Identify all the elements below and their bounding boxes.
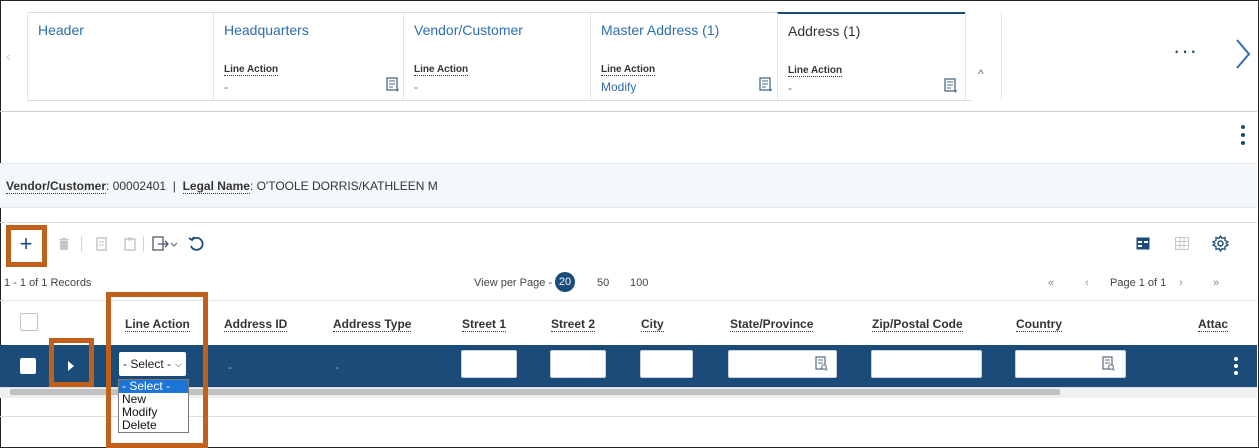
tab-vendor-customer[interactable]: Vendor/Customer Line Action -: [403, 12, 591, 101]
tab-strip-bottom-border: [27, 100, 972, 101]
tab-headquarters[interactable]: Headquarters Line Action -: [213, 12, 404, 101]
chevron-right-icon[interactable]: [1234, 38, 1252, 70]
info-divider: |: [172, 179, 176, 193]
legal-name-label: Legal Name: [182, 179, 250, 194]
document-icon[interactable]: [759, 77, 773, 93]
vendor-label: Vendor/Customer: [6, 179, 107, 194]
previous-page-icon[interactable]: ‹: [1085, 277, 1089, 289]
street-2-input[interactable]: [550, 350, 606, 378]
row-checkbox[interactable]: [20, 358, 36, 374]
city-input[interactable]: [640, 350, 693, 378]
column-header-zip-postal-code[interactable]: Zip/Postal Code: [872, 318, 963, 332]
lookup-icon[interactable]: [1102, 356, 1115, 372]
address-id-value: -: [228, 360, 232, 374]
toolbar-separator: [81, 236, 82, 252]
tab-address-line-action-label: Line Action: [788, 65, 843, 77]
chevron-up-icon[interactable]: ^: [978, 67, 984, 81]
highlight-box-expand: [49, 338, 94, 387]
state-province-input[interactable]: [728, 350, 837, 378]
tab-vendor-customer-line-action-label: Line Action: [414, 64, 469, 76]
tab-headquarters-line-action-label: Line Action: [224, 64, 279, 76]
kebab-menu-icon[interactable]: [1240, 124, 1246, 146]
paste-icon[interactable]: [124, 237, 136, 251]
scroll-left-icon[interactable]: ‹: [6, 48, 11, 64]
collapse-tab[interactable]: ^: [965, 12, 1002, 100]
tab-master-address-line-action-value: Modify: [601, 80, 637, 94]
address-type-value: -: [335, 360, 339, 374]
column-header-country[interactable]: Country: [1016, 318, 1062, 332]
column-header-address-id[interactable]: Address ID: [224, 318, 288, 332]
divider: [0, 111, 1257, 112]
tab-header-title: Header: [38, 22, 84, 38]
delete-icon[interactable]: [58, 237, 70, 251]
column-header-attachments[interactable]: Attac: [1198, 318, 1229, 332]
highlight-box-line-action: [106, 292, 208, 448]
tab-master-address[interactable]: Master Address (1) Line Action Modify: [590, 12, 778, 101]
lookup-icon[interactable]: [815, 356, 828, 372]
more-tabs-icon[interactable]: ···: [1173, 38, 1198, 64]
copy-icon[interactable]: [96, 237, 108, 251]
column-header-address-type[interactable]: Address Type: [333, 318, 412, 332]
record-info-text: Vendor/Customer: 00002401 | Legal Name: …: [6, 179, 438, 194]
tab-address[interactable]: Address (1) Line Action -: [777, 12, 966, 102]
toolbar-separator: [143, 236, 144, 252]
document-icon[interactable]: [386, 77, 400, 93]
tab-master-address-title: Master Address (1): [601, 22, 720, 38]
select-all-checkbox[interactable]: [20, 313, 38, 331]
next-page-icon[interactable]: ›: [1179, 277, 1183, 289]
record-info-bar: Vendor/Customer: 00002401 | Legal Name: …: [0, 163, 1257, 208]
page-size-50[interactable]: 50: [597, 277, 609, 289]
page-size-100[interactable]: 100: [630, 277, 648, 289]
tab-headquarters-title: Headquarters: [224, 22, 309, 38]
view-per-page-label: View per Page -: [474, 277, 553, 289]
row-kebab-menu-icon[interactable]: [1233, 356, 1239, 376]
tab-address-line-action-value: -: [788, 81, 792, 95]
last-page-icon[interactable]: »: [1213, 277, 1219, 289]
records-count: 1 - 1 of 1 Records: [4, 277, 92, 289]
tab-header[interactable]: Header: [27, 12, 214, 101]
zip-postal-code-input[interactable]: [871, 350, 982, 378]
page-indicator: Page 1 of 1: [1110, 277, 1167, 289]
grid-view-icon[interactable]: [1175, 237, 1189, 250]
tab-master-address-line-action-label: Line Action: [601, 64, 656, 76]
form-view-icon[interactable]: [1136, 237, 1150, 250]
first-page-icon[interactable]: «: [1048, 277, 1054, 289]
document-icon[interactable]: [944, 78, 958, 94]
tab-vendor-customer-title: Vendor/Customer: [414, 22, 523, 38]
column-header-street-1[interactable]: Street 1: [462, 318, 507, 332]
street-1-input[interactable]: [461, 350, 517, 378]
export-icon[interactable]: [152, 235, 180, 253]
tab-vendor-customer-line-action-value: -: [414, 80, 418, 94]
tab-bar: ‹ Header Headquarters Line Action - Vend…: [0, 0, 1257, 110]
tab-address-title: Address (1): [788, 23, 861, 39]
column-header-state-province[interactable]: State/Province: [730, 318, 814, 332]
highlight-box-add: [6, 225, 47, 267]
refresh-icon[interactable]: [188, 236, 204, 252]
country-input[interactable]: [1015, 350, 1126, 378]
column-header-street-2[interactable]: Street 2: [551, 318, 596, 332]
tab-headquarters-line-action-value: -: [224, 80, 228, 94]
column-header-city[interactable]: City: [641, 318, 664, 332]
settings-gear-icon[interactable]: [1212, 235, 1229, 252]
legal-name-value: : O'TOOLE DORRIS/KATHLEEN M: [249, 179, 438, 193]
vendor-value: : 00002401: [106, 179, 167, 193]
page-size-20[interactable]: 20: [555, 272, 575, 292]
